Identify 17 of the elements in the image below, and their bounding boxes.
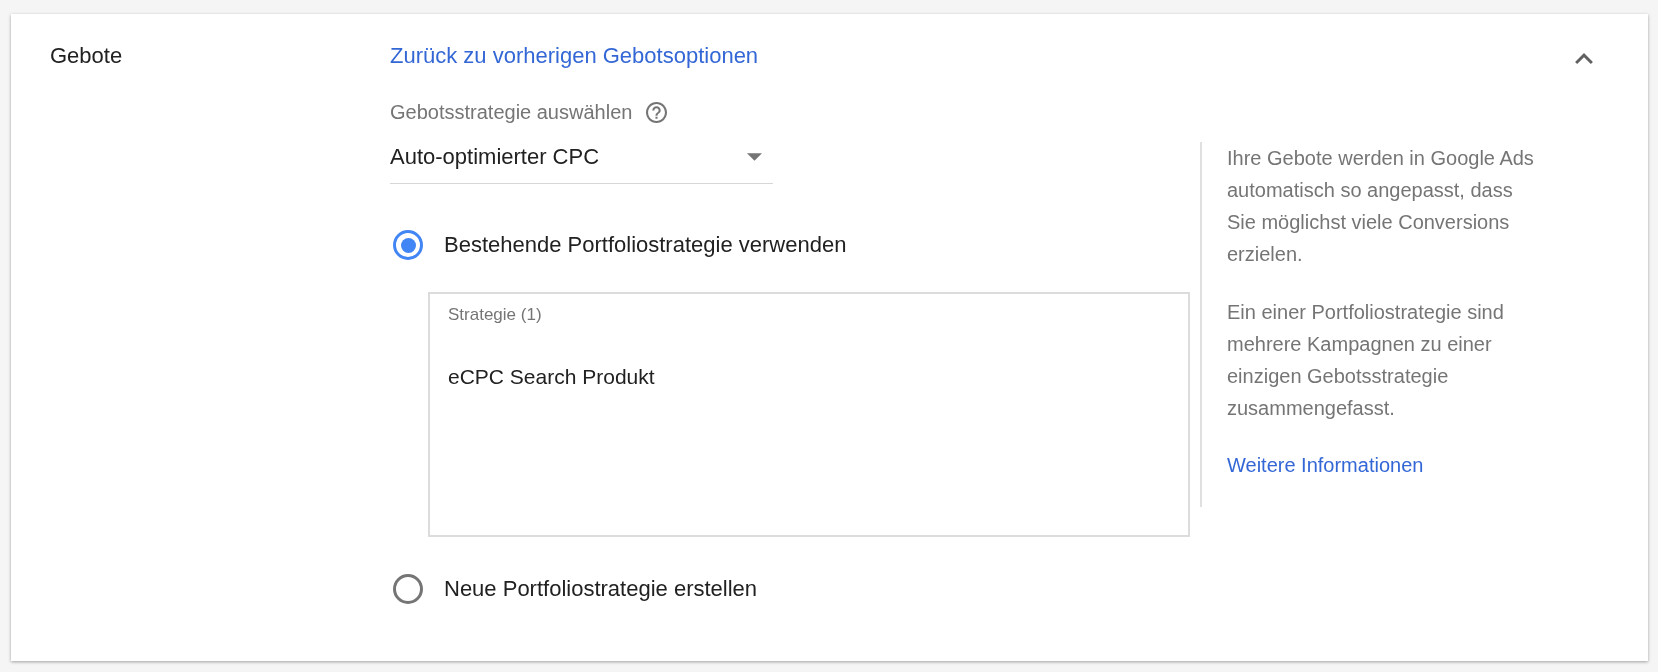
more-info-link[interactable]: Weitere Informationen: [1227, 449, 1424, 481]
section-title: Gebote: [50, 42, 123, 70]
collapse-button[interactable]: [1575, 52, 1593, 64]
radio-button[interactable]: [393, 574, 423, 604]
caret-icon: [747, 153, 762, 161]
radio-label[interactable]: Neue Portfoliostrategie erstellen: [444, 574, 758, 604]
help-icon[interactable]: [646, 101, 668, 123]
help-text: Ihre Gebote werden in Google Ads automatisch so angepasst, dass Sie möglichst viele Conversions erzielen.: [1227, 146, 1535, 267]
help-text: Ein einer Portfoliostrategie sind mehrere Kampagnen zu einer einzigen Gebotsstrategie zusammengefasst.: [1227, 300, 1505, 421]
list-header: Strategie (1): [448, 304, 542, 326]
radio-label[interactable]: Bestehende Portfoliostrategie verwenden: [444, 230, 847, 260]
chevron-icon: [1575, 52, 1593, 64]
back-link[interactable]: Zurück zu vorherigen Gebotsoptionen: [390, 41, 759, 71]
list-item[interactable]: eCPC Search Produkt: [448, 363, 655, 391]
field-label: Gebotsstrategie auswählen: [390, 100, 633, 125]
radio-button[interactable]: [393, 230, 423, 260]
strategy-dropdown[interactable]: Auto-optimierter CPC: [390, 128, 773, 184]
